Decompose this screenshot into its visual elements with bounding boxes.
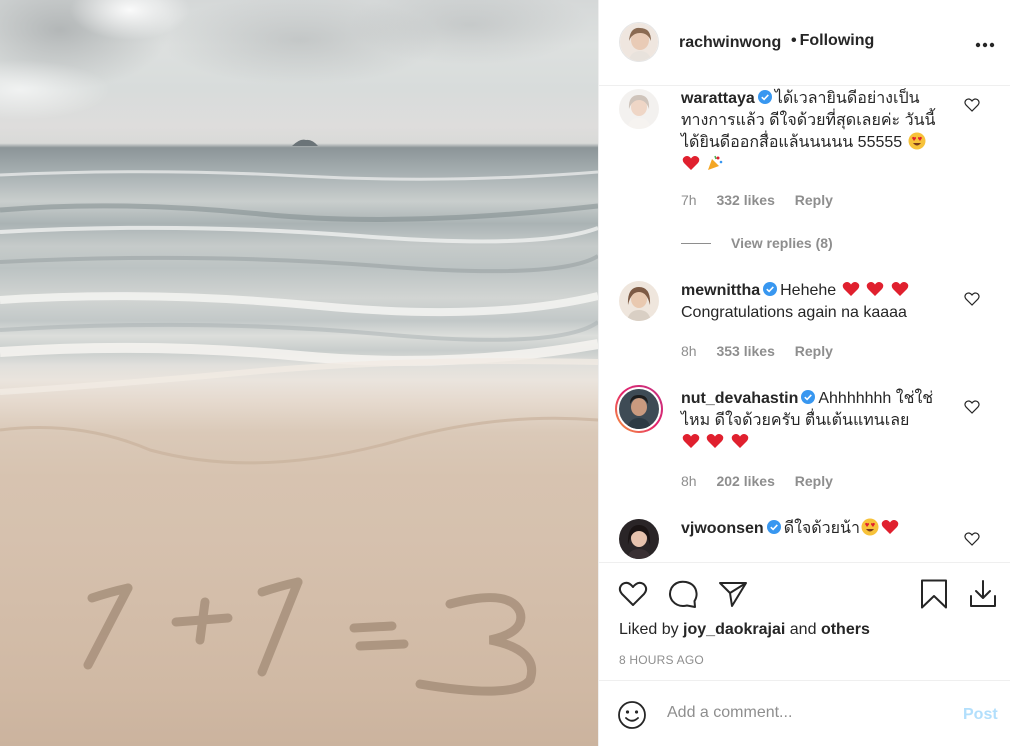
comment-username[interactable]: vjwoonsen — [681, 520, 764, 537]
comment-likes[interactable]: 353 likes — [716, 343, 774, 359]
download-icon[interactable] — [967, 578, 999, 610]
following-label[interactable]: Following — [800, 32, 875, 49]
comment-body: nut_devahastin Ahhhhhhh ใช่ใช่ไหม ดีใจด้ว… — [681, 388, 951, 454]
comment-time[interactable]: 8h — [681, 473, 697, 489]
comment-meta: 8h 353 likes Reply — [681, 343, 849, 359]
share-send-icon[interactable] — [717, 578, 749, 610]
view-replies-label[interactable]: View replies (8) — [731, 235, 833, 251]
comment-time[interactable]: 8h — [681, 343, 697, 359]
comment-time[interactable]: 7h — [681, 192, 697, 208]
liked-by-and: and — [789, 621, 817, 638]
comment-likes[interactable]: 332 likes — [716, 192, 774, 208]
beach-photo-art — [0, 0, 598, 696]
comment-meta: 7h 332 likes Reply — [681, 192, 849, 208]
save-bookmark-icon[interactable] — [918, 578, 950, 610]
verified-badge-icon — [766, 520, 781, 534]
red-heart-emoji — [866, 282, 884, 296]
emoji-smiley-icon[interactable] — [617, 700, 647, 730]
separator-dot: • — [791, 32, 797, 49]
comment-likes[interactable]: 202 likes — [716, 473, 774, 489]
comment-text-b: Congratulations again na kaaaa — [681, 304, 907, 321]
comment-text-a: Hehehe — [780, 282, 837, 299]
like-comment-heart-icon[interactable] — [964, 97, 980, 113]
like-heart-icon[interactable] — [617, 578, 649, 610]
more-horizontal-icon[interactable] — [975, 42, 995, 48]
liked-by-prefix: Liked by — [619, 621, 679, 638]
commenter-avatar[interactable] — [619, 281, 659, 321]
red-heart-emoji — [707, 434, 724, 448]
post-photo[interactable] — [0, 0, 598, 746]
commenter-avatar[interactable] — [619, 89, 659, 129]
replies-divider-line — [681, 243, 711, 244]
comment-body: warattaya ได้เวลายินดีอย่างเป็นทางการแล้ว… — [681, 88, 951, 176]
comment-body: vjwoonsen ดีใจด้วยน้า — [681, 518, 951, 540]
red-heart-emoji — [842, 282, 859, 296]
post-details-panel: rachwinwong • Following warattaya ได้เวลาย… — [599, 0, 1010, 746]
verified-badge-icon — [801, 390, 816, 404]
comments-list[interactable]: warattaya ได้เวลายินดีอย่างเป็นทางการแล้ว… — [599, 87, 1010, 561]
comment-username[interactable]: mewnittha — [681, 282, 760, 299]
like-comment-heart-icon[interactable] — [964, 291, 980, 307]
add-comment-input[interactable] — [667, 704, 937, 722]
owner-username[interactable]: rachwinwong — [679, 34, 781, 52]
liked-by-user-link[interactable]: joy_daokrajai — [683, 621, 785, 638]
verified-badge-icon — [757, 90, 772, 104]
post-actions: Liked by joy_daokrajai and others 8 HOUR… — [599, 562, 1010, 680]
avatar-ring-inner — [617, 387, 661, 431]
like-comment-heart-icon[interactable] — [964, 399, 980, 415]
red-heart-emoji — [731, 434, 749, 448]
add-comment-bar: Post — [599, 680, 1010, 746]
comment-username[interactable]: warattaya — [681, 90, 755, 107]
view-replies-button[interactable]: View replies (8) — [681, 235, 833, 251]
post-header: rachwinwong • Following — [599, 0, 1010, 86]
red-heart-emoji — [881, 520, 899, 534]
post-timestamp[interactable]: 8 HOURS AGO — [619, 653, 704, 667]
liked-by-others-link[interactable]: others — [821, 621, 870, 638]
heart-eyes-emoji — [861, 518, 879, 536]
reply-button[interactable]: Reply — [795, 343, 833, 359]
party-popper-emoji — [708, 155, 723, 170]
heart-eyes-emoji — [908, 132, 926, 150]
comment-meta: 8h 202 likes Reply — [681, 473, 849, 489]
reply-button[interactable]: Reply — [795, 473, 833, 489]
follow-status[interactable]: • Following — [791, 32, 874, 50]
red-heart-emoji — [891, 282, 908, 296]
post-comment-button[interactable]: Post — [963, 706, 998, 724]
comment-bubble-icon[interactable] — [667, 578, 699, 610]
reply-button[interactable]: Reply — [795, 192, 833, 208]
comment-body: mewnittha Hehehe Congratulations again na… — [681, 280, 951, 324]
red-heart-emoji — [682, 434, 700, 448]
comment-text: ดีใจด้วยน้า — [783, 520, 860, 537]
commenter-avatar[interactable] — [619, 519, 659, 559]
like-comment-heart-icon[interactable] — [964, 531, 980, 547]
comment-username[interactable]: nut_devahastin — [681, 390, 798, 407]
commenter-avatar-story-ring[interactable] — [615, 385, 663, 433]
liked-by-line: Liked by joy_daokrajai and others — [619, 621, 870, 639]
red-heart-emoji — [682, 156, 700, 170]
verified-badge-icon — [763, 282, 778, 296]
owner-avatar[interactable] — [619, 22, 659, 62]
